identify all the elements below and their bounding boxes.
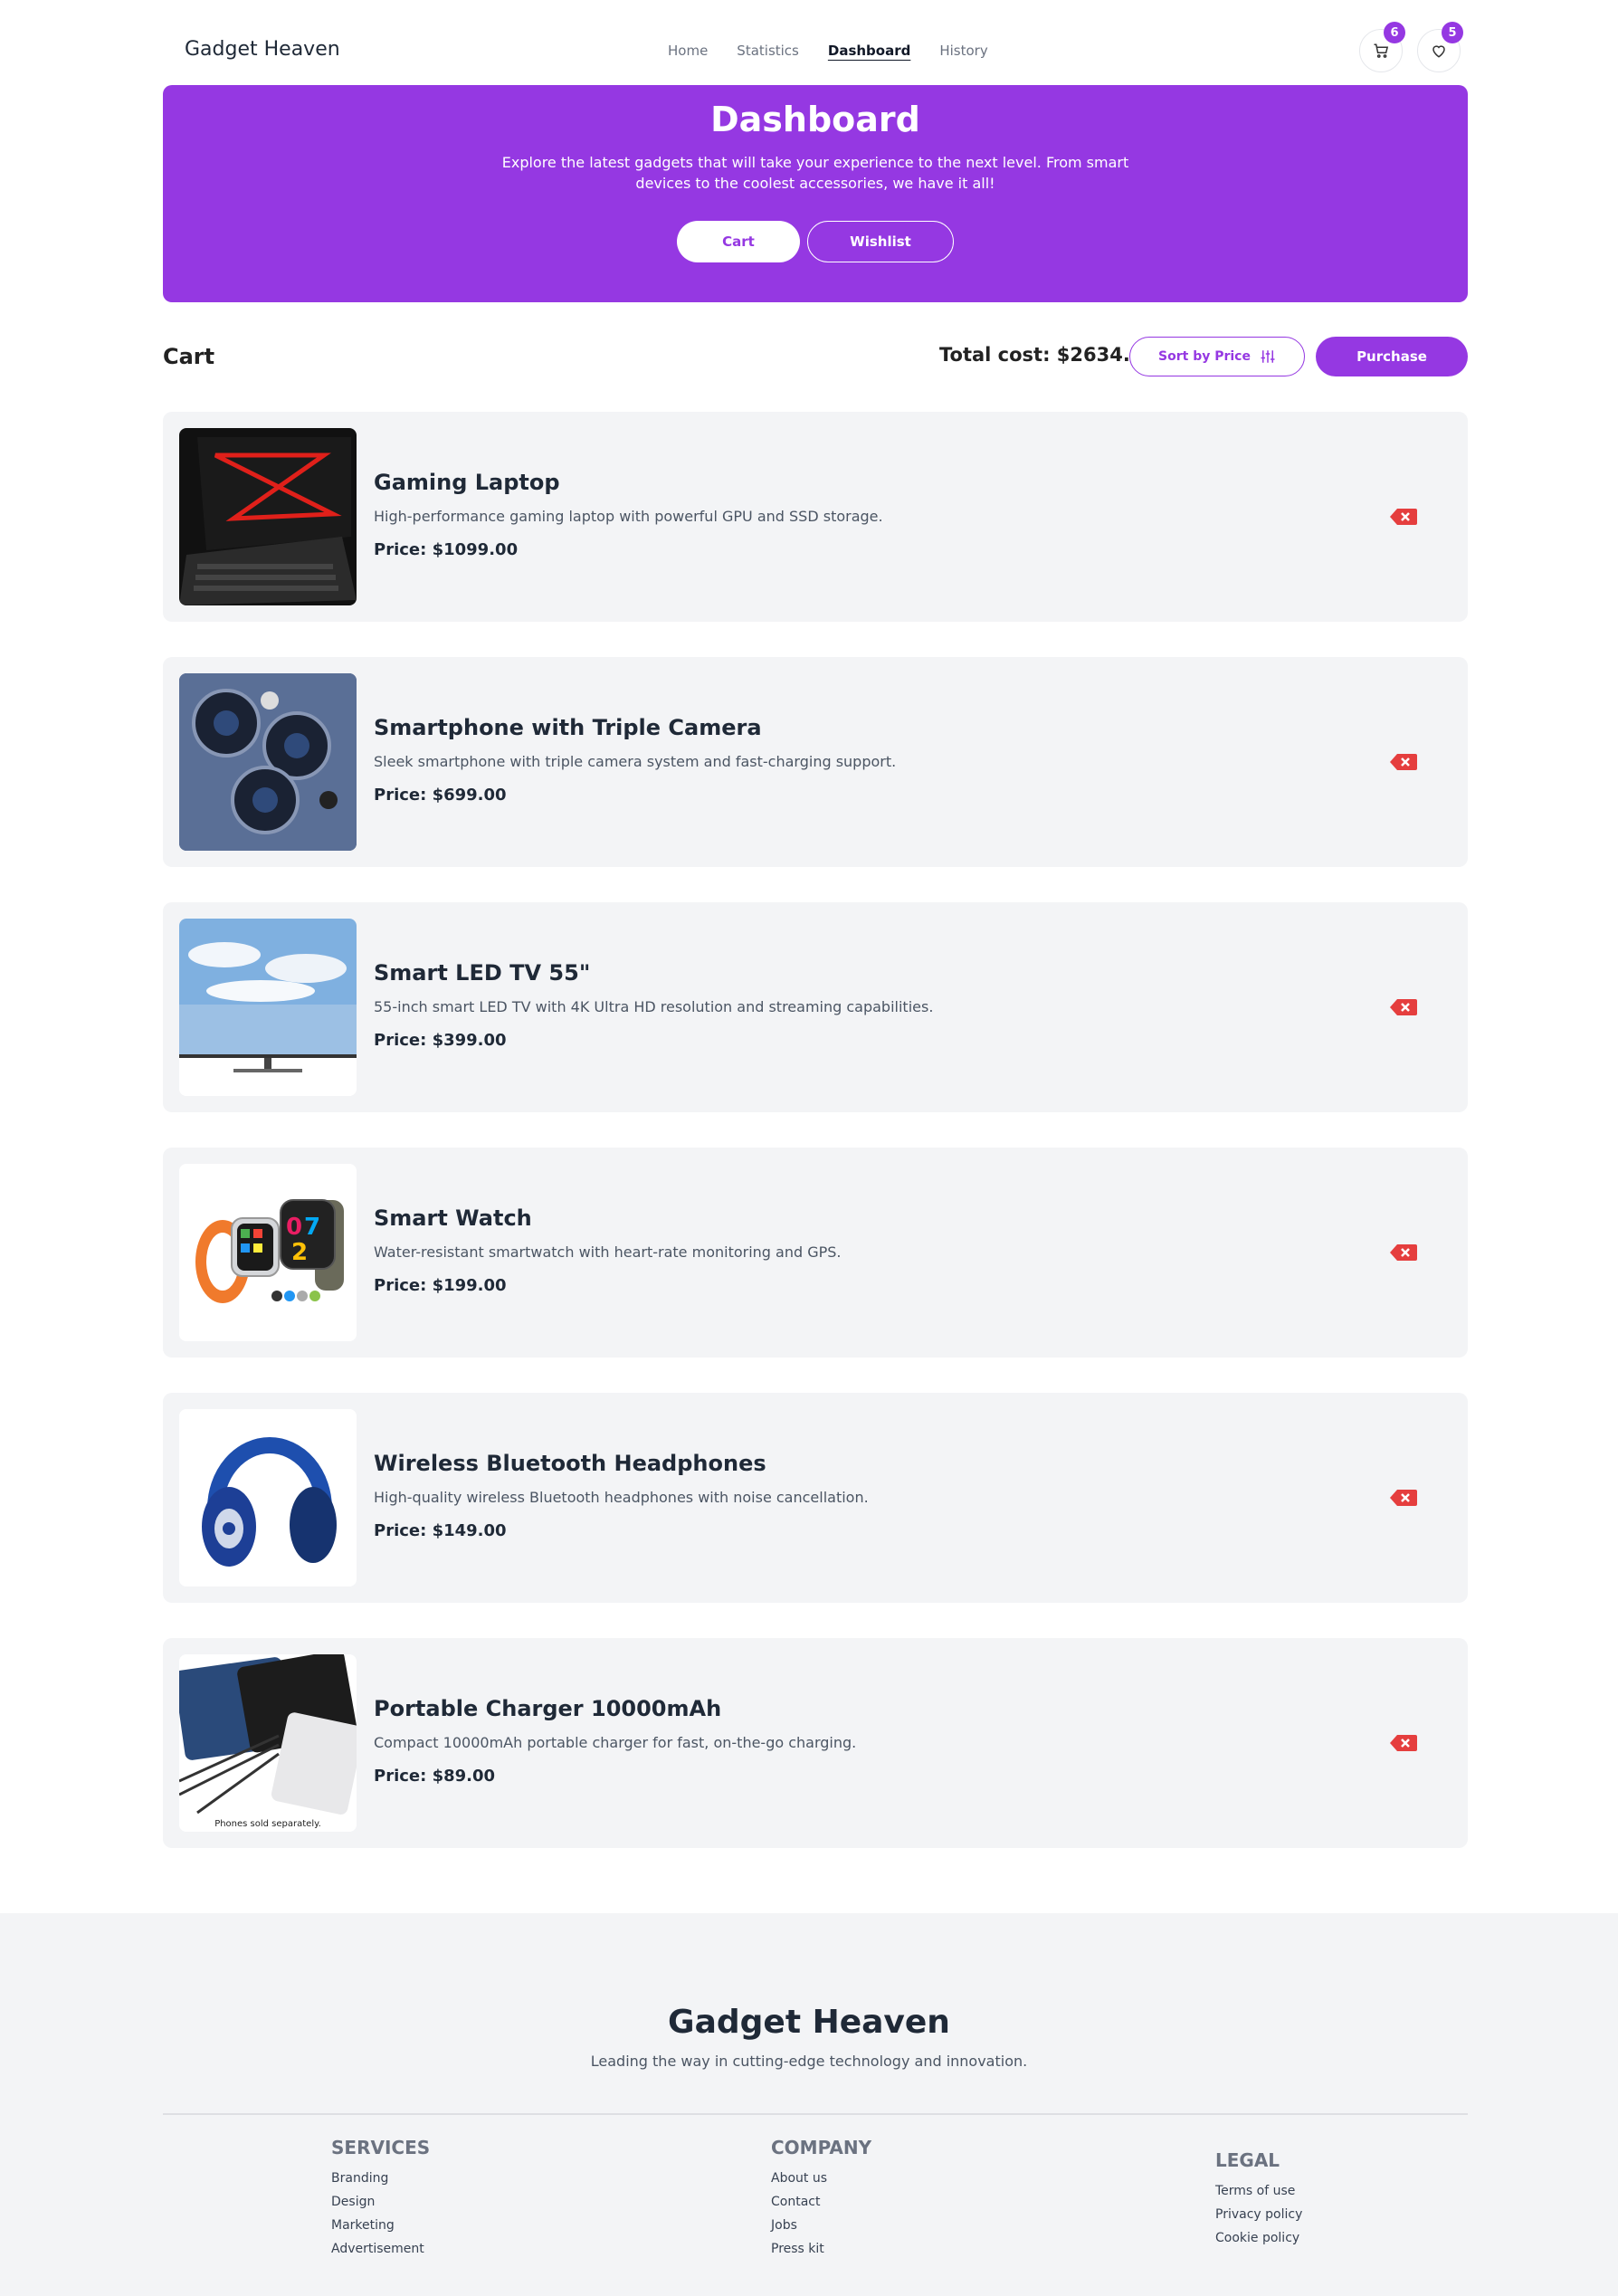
footer-services: SERVICES Branding Design Marketing Adver… — [331, 2137, 430, 2265]
cart-item: Smart LED TV 55" 55-inch smart LED TV wi… — [163, 902, 1468, 1112]
nav-history[interactable]: History — [939, 43, 987, 59]
nav-links: Home Statistics Dashboard History — [668, 43, 988, 59]
footer-tagline: Leading the way in cutting-edge technolo… — [590, 2053, 1028, 2070]
wishlist-button[interactable]: 5 — [1417, 22, 1463, 72]
remove-item-icon[interactable] — [1390, 1734, 1417, 1752]
cart-item: Phones sold separately. Portable Charger… — [163, 1638, 1468, 1848]
footer-link-contact[interactable]: Contact — [771, 2195, 871, 2209]
footer-col-title: SERVICES — [331, 2137, 431, 2158]
item-name: Portable Charger 10000mAh — [374, 1696, 722, 1721]
item-description: Sleek smartphone with triple camera syst… — [374, 753, 897, 770]
footer: Gadget Heaven Leading the way in cutting… — [0, 1913, 1618, 2296]
item-name: Gaming Laptop — [374, 470, 560, 495]
banner-description: Explore the latest gadgets that will tak… — [501, 154, 1129, 192]
heart-icon — [1432, 45, 1445, 58]
footer-link-jobs[interactable]: Jobs — [771, 2218, 871, 2233]
item-description: Compact 10000mAh portable charger for fa… — [374, 1734, 857, 1751]
cart-button[interactable]: 6 — [1359, 22, 1405, 72]
item-price: Price: $1099.00 — [374, 540, 519, 559]
footer-col-title: LEGAL — [1215, 2149, 1280, 2171]
total-cost: Total cost: $2634.00 — [939, 344, 1157, 366]
charger-caption: Phones sold separately. — [214, 1819, 321, 1829]
footer-link-marketing[interactable]: Marketing — [331, 2218, 430, 2233]
led-tv-image — [179, 919, 357, 1096]
cart-header: Cart Total cost: $2634.00 Sort by Price … — [163, 337, 1468, 376]
remove-item-icon[interactable] — [1390, 998, 1417, 1016]
cart-title: Cart — [163, 344, 215, 369]
gaming-laptop-image — [179, 428, 357, 605]
cart-count-badge: 6 — [1384, 22, 1405, 43]
svg-text:2: 2 — [291, 1239, 308, 1266]
cart-item: Smartphone with Triple Camera Sleek smar… — [163, 657, 1468, 867]
nav-home[interactable]: Home — [668, 43, 708, 59]
wishlist-count-badge: 5 — [1442, 22, 1463, 43]
footer-link-advertisement[interactable]: Advertisement — [331, 2242, 430, 2256]
footer-link-design[interactable]: Design — [331, 2195, 430, 2209]
item-description: Water-resistant smartwatch with heart-ra… — [374, 1243, 842, 1261]
cart-item: Wireless Bluetooth Headphones High-quali… — [163, 1393, 1468, 1603]
item-description: High-quality wireless Bluetooth headphon… — [374, 1489, 869, 1506]
item-name: Smartphone with Triple Camera — [374, 715, 762, 740]
page-title: Dashboard — [710, 100, 920, 139]
item-price: Price: $149.00 — [374, 1521, 507, 1540]
nav-dashboard[interactable]: Dashboard — [828, 43, 910, 59]
item-name: Smart Watch — [374, 1205, 532, 1231]
footer-link-terms[interactable]: Terms of use — [1215, 2184, 1302, 2198]
footer-brand: Gadget Heaven — [668, 2004, 950, 2041]
footer-col-title: COMPANY — [771, 2137, 872, 2158]
navbar: Gadget Heaven Home Statistics Dashboard … — [163, 20, 1468, 83]
sort-by-price-button[interactable]: Sort by Price — [1129, 337, 1305, 376]
item-price: Price: $199.00 — [374, 1276, 507, 1295]
footer-company: COMPANY About us Contact Jobs Press kit — [771, 2137, 871, 2265]
smart-watch-image: 0 7 2 — [179, 1164, 357, 1341]
item-name: Wireless Bluetooth Headphones — [374, 1451, 766, 1476]
footer-divider — [163, 2113, 1468, 2115]
headphones-image — [179, 1409, 357, 1586]
purchase-button[interactable]: Purchase — [1316, 337, 1468, 376]
item-price: Price: $399.00 — [374, 1031, 507, 1050]
brand-logo[interactable]: Gadget Heaven — [185, 38, 340, 61]
smartphone-image — [179, 673, 357, 851]
remove-item-icon[interactable] — [1390, 508, 1417, 526]
remove-item-icon[interactable] — [1390, 1243, 1417, 1262]
tab-wishlist[interactable]: Wishlist — [807, 221, 954, 262]
portable-charger-image: Phones sold separately. — [179, 1654, 357, 1832]
cart-item: Gaming Laptop High-performance gaming la… — [163, 412, 1468, 622]
svg-text:0: 0 — [286, 1214, 302, 1241]
item-name: Smart LED TV 55" — [374, 960, 591, 986]
footer-link-privacy[interactable]: Privacy policy — [1215, 2207, 1302, 2222]
svg-text:7: 7 — [304, 1214, 320, 1241]
nav-statistics[interactable]: Statistics — [737, 43, 799, 59]
footer-link-about[interactable]: About us — [771, 2171, 871, 2186]
dashboard-banner: Dashboard Explore the latest gadgets tha… — [163, 85, 1468, 302]
item-price: Price: $699.00 — [374, 786, 507, 805]
item-description: High-performance gaming laptop with powe… — [374, 508, 883, 525]
sort-label: Sort by Price — [1158, 349, 1251, 364]
cart-icon — [1374, 43, 1389, 58]
tab-cart[interactable]: Cart — [677, 221, 800, 262]
footer-link-branding[interactable]: Branding — [331, 2171, 430, 2186]
cart-item: 0 7 2 Smart Watch Water-resistant smartw… — [163, 1148, 1468, 1358]
sliders-icon — [1261, 350, 1275, 363]
footer-legal: LEGAL Terms of use Privacy policy Cookie… — [1215, 2149, 1302, 2254]
item-price: Price: $89.00 — [374, 1767, 496, 1786]
footer-link-cookie[interactable]: Cookie policy — [1215, 2231, 1302, 2245]
item-description: 55-inch smart LED TV with 4K Ultra HD re… — [374, 998, 934, 1015]
remove-item-icon[interactable] — [1390, 753, 1417, 771]
dashboard-tabs: Cart Wishlist — [677, 221, 954, 262]
footer-link-press-kit[interactable]: Press kit — [771, 2242, 871, 2256]
remove-item-icon[interactable] — [1390, 1489, 1417, 1507]
